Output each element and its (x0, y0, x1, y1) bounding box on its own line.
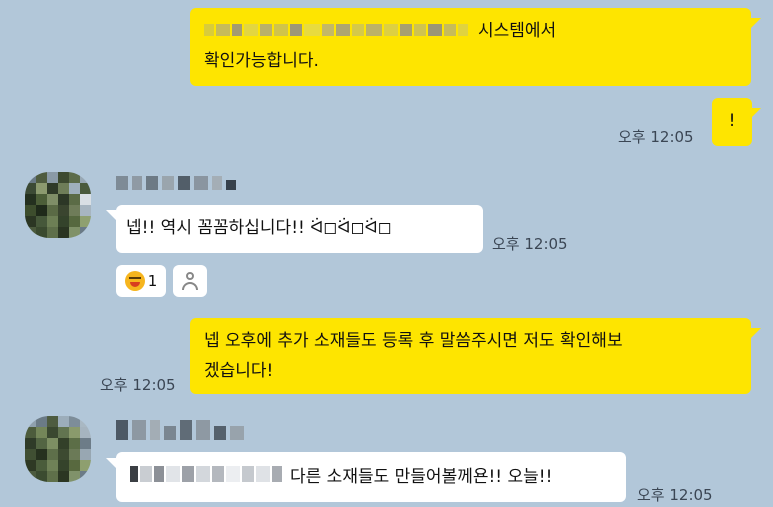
bubble-tail (106, 458, 116, 468)
redacted-text (130, 462, 284, 492)
sender-name-redacted (116, 172, 240, 194)
my-message-bubble[interactable]: 시스템에서 확인가능합니다. (190, 8, 751, 86)
message-text: 겠습니다! (204, 361, 274, 381)
message-text: 확인가능합니다. (204, 51, 319, 71)
reaction-users-button[interactable] (173, 265, 207, 297)
reaction-button[interactable]: 1 (116, 265, 166, 297)
my-message-bubble[interactable]: 넵 오후에 추가 소재들도 등록 후 말씀주시면 저도 확인해보 겠습니다! (190, 318, 751, 394)
message-time: 오후 12:05 (100, 376, 176, 394)
message-time: 오후 12:05 (637, 486, 713, 504)
their-message-bubble[interactable]: 다른 소재들도 만들어볼께욘!! 오늘!! (116, 452, 626, 502)
message-text: 넵 오후에 추가 소재들도 등록 후 말씀주시면 저도 확인해보 (204, 331, 623, 351)
redacted-text (204, 16, 470, 46)
avatar[interactable] (25, 416, 91, 482)
avatar[interactable] (25, 172, 91, 238)
bubble-tail (751, 18, 761, 28)
message-time: 오후 12:05 (618, 128, 694, 146)
message-text: 넵!! 역시 꼼꼼하십니다!! ᐛ◻ᐛ◻ᐛ◻ (126, 218, 392, 238)
person-icon (181, 271, 199, 291)
my-message-bubble[interactable]: ! (712, 98, 752, 146)
their-message-bubble[interactable]: 넵!! 역시 꼼꼼하십니다!! ᐛ◻ᐛ◻ᐛ◻ (116, 205, 483, 253)
laughing-face-icon (124, 271, 145, 291)
message-time: 오후 12:05 (492, 235, 568, 253)
bubble-tail (751, 328, 761, 338)
message-text: ! (728, 111, 736, 131)
bubble-tail (106, 210, 116, 220)
sender-name-redacted (116, 420, 248, 442)
bubble-tail (751, 108, 761, 118)
message-text: 다른 소재들도 만들어볼께욘!! 오늘!! (290, 467, 553, 487)
message-text: 시스템에서 (478, 21, 557, 41)
reaction-count: 1 (147, 272, 158, 290)
